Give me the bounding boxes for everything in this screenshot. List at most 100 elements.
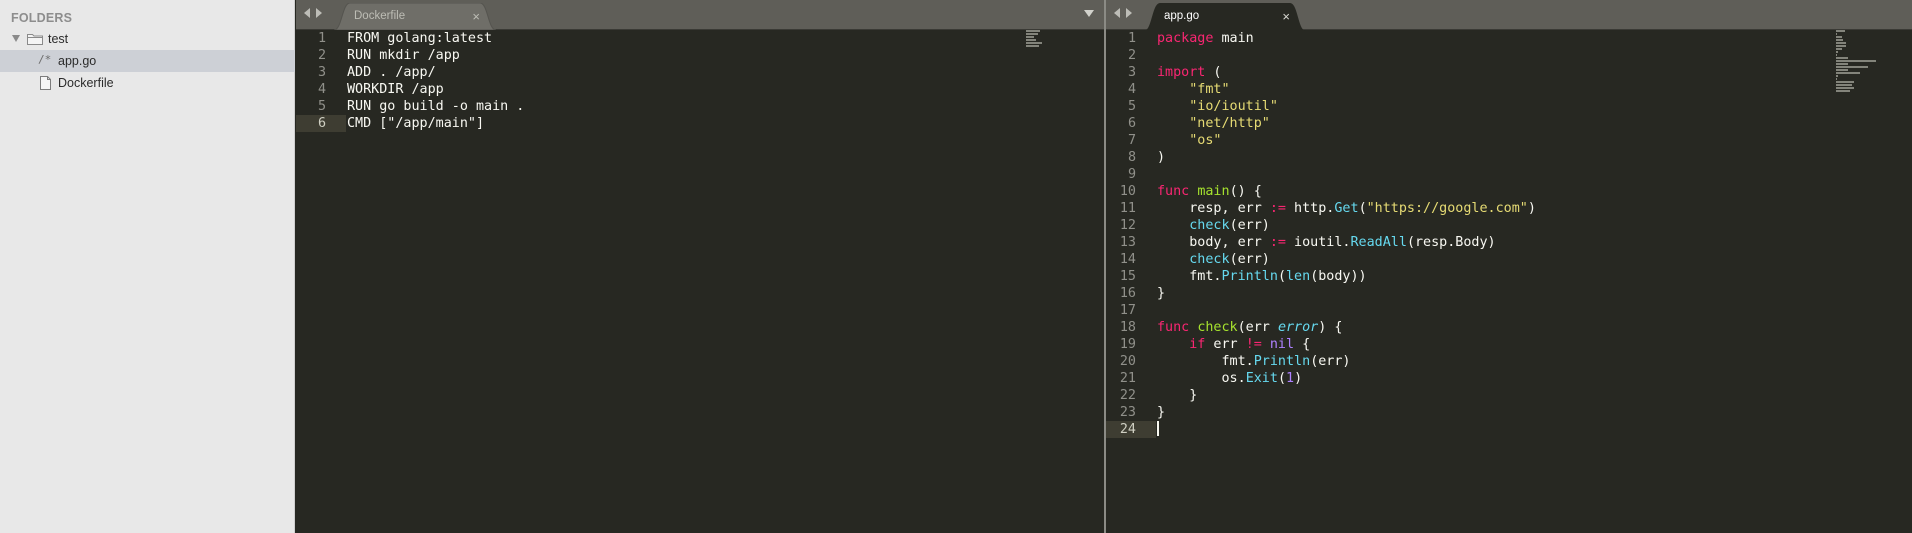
tab-dockerfile[interactable]: Dockerfile × xyxy=(334,3,496,30)
close-icon[interactable]: × xyxy=(472,9,480,24)
tab-dropdown-icon[interactable] xyxy=(1084,10,1094,17)
code-line[interactable]: 11 resp, err := http.Get("https://google… xyxy=(1106,200,1912,217)
code-token: (body)) xyxy=(1310,269,1367,284)
code-line[interactable]: 9 xyxy=(1106,166,1912,183)
code-line[interactable]: 23} xyxy=(1106,404,1912,421)
code-token: RUN go build -o main . xyxy=(347,99,525,114)
line-text: package main xyxy=(1157,30,1254,47)
code-line[interactable]: 5 "io/ioutil" xyxy=(1106,98,1912,115)
code-token: body, err xyxy=(1157,235,1270,250)
code-area[interactable]: 1 package main 2 3 import (4 "fmt" 5 "io/iout… xyxy=(1106,30,1912,438)
file-icon xyxy=(40,76,51,90)
code-token: main xyxy=(1197,184,1230,199)
code-line[interactable]: 7 "os" xyxy=(1106,132,1912,149)
line-number: 17 xyxy=(1119,303,1136,318)
line-number: 7 xyxy=(1127,133,1136,148)
code-token: Exit xyxy=(1245,371,1278,386)
code-line[interactable]: 17 xyxy=(1106,302,1912,319)
code-area[interactable]: 1 FROM golang:latest 2 RUN mkdir /app 3 ADD .… xyxy=(296,30,1104,132)
code-token: FROM golang:latest xyxy=(347,31,493,46)
arrow-right-icon[interactable] xyxy=(316,8,322,18)
code-line[interactable]: 24 xyxy=(1106,421,1912,438)
line-number: 16 xyxy=(1119,286,1136,301)
code-line[interactable]: 22 } xyxy=(1106,387,1912,404)
code-line[interactable]: 1 package main xyxy=(1106,30,1912,47)
line-text: RUN go build -o main . xyxy=(347,98,524,115)
code-line[interactable]: 8) xyxy=(1106,149,1912,166)
code-line[interactable]: 4 WORKDIR /app xyxy=(296,81,1104,98)
minimap[interactable] xyxy=(1836,30,1896,93)
code-token: ) xyxy=(1157,150,1166,165)
code-line[interactable]: 5 RUN go build -o main . xyxy=(296,98,1104,115)
code-token: Println xyxy=(1221,269,1278,284)
code-token: ) xyxy=(1527,201,1536,216)
sidebar: FOLDERS test /* app.go Dockerfile xyxy=(0,0,295,533)
line-number: 20 xyxy=(1119,354,1136,369)
code-line[interactable]: 2 RUN mkdir /app xyxy=(296,47,1104,64)
code-token: nil xyxy=(1269,337,1295,352)
code-token: error xyxy=(1277,320,1319,335)
line-text: fmt.Println(len(body)) xyxy=(1157,268,1367,285)
tree-file-dockerfile[interactable]: Dockerfile xyxy=(0,72,295,94)
editor-pane-right[interactable]: app.go × 1 package main 2 3 import (4 "fmt" 5… xyxy=(1106,0,1912,533)
tree-file-label: Dockerfile xyxy=(58,76,114,90)
code-line[interactable]: 2 xyxy=(1106,47,1912,64)
line-text: func main() { xyxy=(1157,183,1262,200)
code-line[interactable]: 19 if err != nil { xyxy=(1106,336,1912,353)
line-text: check(err) xyxy=(1157,251,1270,268)
line-number: 2 xyxy=(1127,48,1136,63)
code-line[interactable]: 14 check(err) xyxy=(1106,251,1912,268)
line-number: 3 xyxy=(317,65,326,80)
code-token: if xyxy=(1189,337,1206,352)
code-token: ) { xyxy=(1318,320,1343,335)
line-number: 21 xyxy=(1119,371,1136,386)
line-text: ) xyxy=(1157,149,1165,166)
code-line[interactable]: 10 func main() { xyxy=(1106,183,1912,200)
line-number: 12 xyxy=(1119,218,1136,233)
tree-folder-test[interactable]: test xyxy=(0,28,295,50)
code-line[interactable]: 4 "fmt" xyxy=(1106,81,1912,98)
tree-folder-label: test xyxy=(48,32,69,46)
disclosure-triangle-icon[interactable] xyxy=(12,35,20,42)
code-line[interactable]: 3 import ( xyxy=(1106,64,1912,81)
arrow-right-icon[interactable] xyxy=(1126,8,1132,18)
code-line[interactable]: 6 CMD ["/app/main"] xyxy=(296,115,1104,132)
tab-bar: app.go × xyxy=(1106,0,1912,31)
line-number: 6 xyxy=(317,116,326,131)
tab-app-go[interactable]: app.go × xyxy=(1144,3,1306,31)
line-text: func check(err error) { xyxy=(1157,319,1342,336)
code-line[interactable]: 6 "net/http" xyxy=(1106,115,1912,132)
code-line[interactable]: 15 fmt.Println(len(body)) xyxy=(1106,268,1912,285)
code-line[interactable]: 1 FROM golang:latest xyxy=(296,30,1104,47)
code-token: ioutil. xyxy=(1286,235,1351,250)
code-token: "os" xyxy=(1189,133,1222,148)
code-token: WORKDIR /app xyxy=(347,82,444,97)
code-line[interactable]: 3 ADD . /app/ xyxy=(296,64,1104,81)
code-line[interactable]: 18 func check(err error) { xyxy=(1106,319,1912,336)
arrow-left-icon[interactable] xyxy=(304,8,310,18)
line-number: 23 xyxy=(1119,405,1136,420)
code-line[interactable]: 16} xyxy=(1106,285,1912,302)
line-number: 1 xyxy=(1127,31,1136,46)
close-icon[interactable]: × xyxy=(1282,9,1290,24)
arrow-left-icon[interactable] xyxy=(1114,8,1120,18)
code-token: != xyxy=(1245,337,1262,352)
line-number: 14 xyxy=(1119,252,1136,267)
code-line[interactable]: 21 os.Exit(1) xyxy=(1106,370,1912,387)
code-line[interactable]: 20 fmt.Println(err) xyxy=(1106,353,1912,370)
line-text: FROM golang:latest xyxy=(347,30,492,47)
code-line[interactable]: 12 check(err) xyxy=(1106,217,1912,234)
code-token: ) xyxy=(1294,371,1303,386)
tree-file-app-go[interactable]: /* app.go xyxy=(0,50,295,72)
code-token: check xyxy=(1189,252,1230,267)
code-token: "fmt" xyxy=(1189,82,1230,97)
editor-pane-left[interactable]: Dockerfile × 1 FROM golang:latest 2 RUN mkd… xyxy=(296,0,1104,533)
minimap[interactable] xyxy=(1026,30,1046,48)
code-line[interactable]: 13 body, err := ioutil.ReadAll(resp.Body… xyxy=(1106,234,1912,251)
code-token: ( xyxy=(1205,65,1222,80)
text-cursor xyxy=(1157,421,1159,436)
code-token: Get xyxy=(1334,201,1359,216)
